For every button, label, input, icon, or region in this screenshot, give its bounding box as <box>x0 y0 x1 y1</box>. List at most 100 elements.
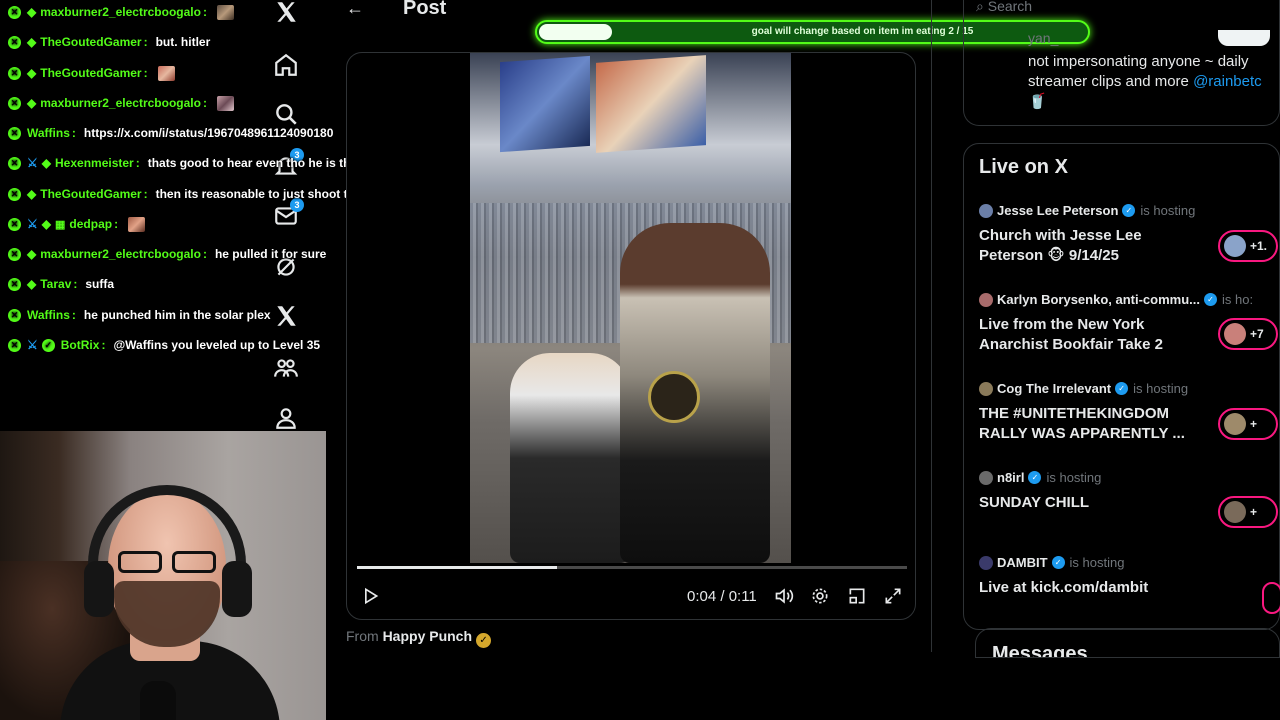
video-player[interactable]: 0:04 / 0:11 <box>346 52 916 620</box>
scrubber-progress <box>357 566 557 569</box>
messages-label: Messages <box>992 643 1088 658</box>
video-frame[interactable] <box>470 53 791 563</box>
live-topic[interactable]: SUNDAY CHILL <box>979 493 1189 513</box>
live-listeners-pill[interactable] <box>1262 582 1280 614</box>
chat-username[interactable]: Waffins <box>27 126 70 140</box>
listener-avatar <box>1224 501 1246 523</box>
chat-message: ✕ ⚔ ✓ BotRix: @Waffins you leveled up to Lev… <box>8 334 320 356</box>
chat-username[interactable]: dedpap <box>69 217 112 231</box>
live-topic[interactable]: Live from the New York Anarchist Bookfai… <box>979 315 1189 355</box>
chat-emote-icon <box>216 95 234 111</box>
chat-message-text: suffa <box>85 277 115 291</box>
chat-username[interactable]: TheGoutedGamer <box>40 66 141 80</box>
live-listeners-pill[interactable]: + <box>1218 408 1278 440</box>
column-divider <box>931 0 932 652</box>
webcam-feed <box>0 431 326 720</box>
chat-username[interactable]: maxburner2_electrcboogalo <box>40 96 201 110</box>
listener-count: + <box>1250 505 1258 519</box>
subscriber-badge-icon: ✕ <box>8 247 21 261</box>
host-name[interactable]: Karlyn Borysenko, anti-commu... <box>997 292 1200 307</box>
live-listeners-pill[interactable]: + <box>1218 496 1278 528</box>
subscriber-badge-icon: ✕ <box>8 277 21 291</box>
hosting-label: is hosting <box>1140 203 1196 218</box>
volume-icon[interactable] <box>771 583 797 609</box>
chat-colon: : <box>71 308 76 322</box>
pip-icon[interactable] <box>844 583 870 609</box>
gem-badge-icon: ◆ <box>27 5 37 19</box>
chat-emote-icon <box>157 65 175 81</box>
chat-message: ✕ ◆ TheGoutedGamer: then its reasonable to … <box>8 183 372 205</box>
host-avatar[interactable] <box>979 470 993 485</box>
live-topic[interactable]: Church with Jesse Lee Peterson 🐵 9/14/25 <box>979 226 1189 266</box>
play-icon[interactable] <box>357 583 383 609</box>
chat-message: ✕ ◆ maxburner2_electrcboogalo: he pulled it… <box>8 243 326 265</box>
live-host-row: n8irl ✓ is hosting <box>979 470 1279 485</box>
host-avatar[interactable] <box>979 203 993 218</box>
webcam-earcup <box>84 561 114 617</box>
chat-message-text: he pulled it for sure <box>214 247 327 261</box>
chat-message: ✕ ◆ TheGoutedGamer: <box>8 62 175 84</box>
host-name[interactable]: Jesse Lee Peterson <box>997 203 1118 218</box>
live-host-row: Jesse Lee Peterson ✓ is hosting <box>979 203 1279 218</box>
bio-handle: yan_ <box>1028 30 1059 46</box>
video-scrubber[interactable] <box>357 566 907 569</box>
verified-icon: ✓ <box>1115 382 1129 395</box>
founder-badge-icon: ▦ <box>55 218 66 231</box>
host-avatar[interactable] <box>979 381 993 396</box>
chat-colon: : <box>202 96 207 110</box>
bio-emoji: 🥤 <box>1028 93 1047 110</box>
chat-message-text: then its reasonable to just shoot them <box>155 187 373 201</box>
webcam-microphone <box>140 681 176 720</box>
chat-username[interactable]: BotRix <box>61 338 100 352</box>
video-time: 0:04 / 0:11 <box>687 588 757 605</box>
chat-colon: : <box>202 5 207 19</box>
boxing-glove <box>648 371 700 423</box>
messages-drawer[interactable]: Messages <box>975 628 1280 658</box>
live-topic[interactable]: THE #UNITETHEKINGDOM RALLY WAS APPARENTL… <box>979 404 1189 444</box>
verified-gold-icon: ✓ <box>476 633 492 648</box>
live-host-row: DAMBIT ✓ is hosting <box>979 555 1279 570</box>
chat-username[interactable]: maxburner2_electrcboogalo <box>40 5 201 19</box>
live-listeners-pill[interactable]: +1. <box>1218 230 1278 262</box>
live-space-item[interactable]: DAMBIT ✓ is hosting Live at kick.com/dambit <box>979 555 1279 598</box>
chat-message-text: but. hitler <box>155 35 211 49</box>
chat-colon: : <box>71 126 76 140</box>
host-name[interactable]: n8irl <box>997 470 1024 485</box>
follow-button[interactable] <box>1218 30 1270 46</box>
from-author[interactable]: Happy Punch <box>383 628 472 644</box>
hosting-label: is hosting <box>1069 555 1125 570</box>
live-topic[interactable]: Live at kick.com/dambit <box>979 578 1189 598</box>
verified-icon: ✓ <box>1122 204 1136 217</box>
chat-message: ✕ ◆ TheGoutedGamer: but. hitler <box>8 31 210 53</box>
host-name[interactable]: Cog The Irrelevant <box>997 381 1111 396</box>
host-avatar[interactable] <box>979 555 993 570</box>
moderator-sword-icon: ⚔ <box>27 156 38 170</box>
chat-username[interactable]: Tarav <box>40 277 71 291</box>
video-attribution: From Happy Punch ✓ <box>346 628 492 648</box>
webcam-earcup <box>222 561 252 617</box>
chat-username[interactable]: Hexenmeister <box>55 156 134 170</box>
host-name[interactable]: DAMBIT <box>997 555 1048 570</box>
chat-message: ✕ ◆ Tarav: suffa <box>8 273 114 295</box>
chat-username[interactable]: maxburner2_electrcboogalo <box>40 247 201 261</box>
chat-colon: : <box>135 156 140 170</box>
subscriber-badge-icon: ✕ <box>8 338 21 352</box>
settings-gear-icon[interactable] <box>807 583 833 609</box>
gem-badge-icon: ◆ <box>27 35 37 49</box>
chat-username[interactable]: Waffins <box>27 308 70 322</box>
live-listeners-pill[interactable]: +7 <box>1218 318 1278 350</box>
fullscreen-icon[interactable] <box>880 583 906 609</box>
chat-message: ✕ ◆ maxburner2_electrcboogalo: <box>8 1 234 23</box>
chat-message-text: @Waffins you leveled up to Level 35 <box>113 338 321 352</box>
gem-badge-icon: ◆ <box>27 66 37 80</box>
live-host-row: Cog The Irrelevant ✓ is hosting <box>979 381 1279 396</box>
bio-link[interactable]: @rainbetc <box>1193 73 1262 90</box>
hosting-label: is hosting <box>1133 381 1189 396</box>
verified-icon: ✓ <box>1204 293 1217 306</box>
bot-badge-icon: ✓ <box>41 338 55 352</box>
live-host-row: Karlyn Borysenko, anti-commu... ✓ is ho: <box>979 292 1279 307</box>
chat-username[interactable]: TheGoutedGamer <box>40 187 141 201</box>
hosting-label: is ho: <box>1222 292 1254 307</box>
chat-username[interactable]: TheGoutedGamer <box>40 35 141 49</box>
host-avatar[interactable] <box>979 292 993 307</box>
